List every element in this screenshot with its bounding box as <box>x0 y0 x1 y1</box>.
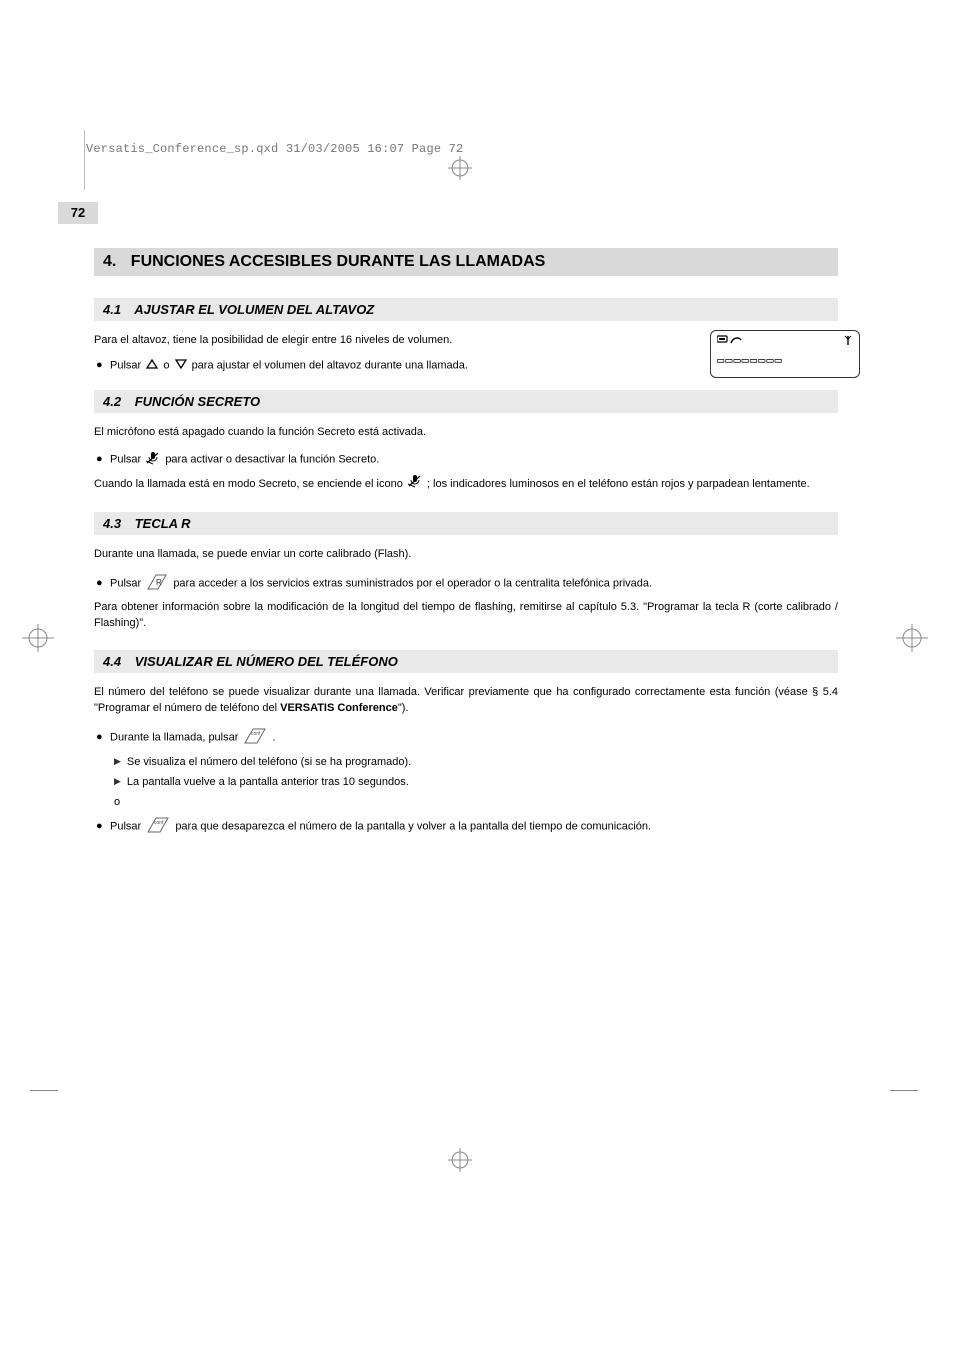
text: para activar o desactivar la función Sec… <box>165 453 379 465</box>
crop-mark-right-icon <box>890 1090 918 1093</box>
registration-mark-left-icon <box>22 624 54 652</box>
list-item: ● Pulsar conf para que desaparezca el nú… <box>94 816 838 837</box>
print-meta-header: Versatis_Conference_sp.qxd 31/03/2005 16… <box>86 142 463 156</box>
text: para acceder a los servicios extras sumi… <box>173 577 652 589</box>
crop-line <box>84 130 85 190</box>
chapter-title: FUNCIONES ACCESIBLES DURANTE LAS LLAMADA… <box>131 253 546 270</box>
chapter-number: 4. <box>103 253 116 270</box>
down-triangle-icon <box>175 359 187 372</box>
registration-mark-right-icon <box>896 624 928 652</box>
svg-text:R: R <box>156 578 162 587</box>
text: "). <box>398 702 409 714</box>
section-heading-4-4: 4.4 VISUALIZAR EL NÚMERO DEL TELÉFONO <box>94 650 838 673</box>
bullet-icon: ● <box>96 360 102 371</box>
page: Versatis_Conference_sp.qxd 31/03/2005 16… <box>0 0 954 1351</box>
list-item: ● Pulsar R para acceder a los servicios … <box>94 573 838 594</box>
list-item: ● Pulsar o para ajustar el volumen del a… <box>94 359 574 372</box>
section-number: 4.1 <box>103 302 121 317</box>
section-number: 4.3 <box>103 516 121 531</box>
svg-text:conf: conf <box>154 820 164 826</box>
text: Pulsar <box>110 820 144 832</box>
section-heading-4-2: 4.2 FUNCIÓN SECRETO <box>94 390 838 413</box>
lcd-antenna-icon <box>843 333 853 351</box>
text: Durante la llamada, pulsar <box>110 731 241 743</box>
text: . <box>273 731 276 743</box>
mic-mute-icon <box>408 474 422 494</box>
section-title: FUNCIÓN SECRETO <box>135 394 260 409</box>
sub-list-item: ▶ La pantalla vuelve a la pantalla anter… <box>114 776 838 788</box>
text: Cuando la llamada está en modo Secreto, … <box>94 478 406 490</box>
paragraph: Cuando la llamada está en modo Secreto, … <box>94 474 838 494</box>
section-number: 4.4 <box>103 654 121 669</box>
text: Se visualiza el número del teléfono (si … <box>127 756 411 768</box>
section-heading-4-1: 4.1 AJUSTAR EL VOLUMEN DEL ALTAVOZ <box>94 298 838 321</box>
bullet-icon: ● <box>96 732 102 743</box>
section-title: AJUSTAR EL VOLUMEN DEL ALTAVOZ <box>134 302 374 317</box>
chapter-heading: 4. FUNCIONES ACCESIBLES DURANTE LAS LLAM… <box>94 248 838 276</box>
section-title: VISUALIZAR EL NÚMERO DEL TELÉFONO <box>135 654 398 669</box>
paragraph: Durante una llamada, se puede enviar un … <box>94 547 838 563</box>
list-item: ● Pulsar para activar o desactivar la fu… <box>94 451 838 468</box>
text: Pulsar <box>110 577 144 589</box>
section-number: 4.2 <box>103 394 121 409</box>
registration-mark-bottom-icon <box>448 1148 472 1172</box>
conf-key-icon: conf <box>243 727 267 748</box>
text-bold: VERSATIS Conference <box>280 702 398 714</box>
text: o <box>163 359 172 371</box>
up-triangle-icon <box>146 359 158 372</box>
list-item: ● Durante la llamada, pulsar conf . <box>94 727 838 748</box>
paragraph: El número del teléfono se puede visualiz… <box>94 685 838 717</box>
paragraph: Para obtener información sobre la modifi… <box>94 600 838 632</box>
bullet-icon: ● <box>96 578 102 589</box>
section-title: TECLA R <box>135 516 191 531</box>
crop-mark-left-icon <box>30 1090 58 1093</box>
r-key-icon: R <box>146 573 168 594</box>
text: para ajustar el volumen del altavoz dura… <box>192 359 468 371</box>
conf-key-icon: conf <box>146 816 170 837</box>
content-area: 4. FUNCIONES ACCESIBLES DURANTE LAS LLAM… <box>94 248 838 843</box>
bullet-icon: ● <box>96 821 102 832</box>
paragraph: El micrófono está apagado cuando la func… <box>94 425 838 441</box>
text: Pulsar <box>110 359 144 371</box>
text: Pulsar <box>110 453 144 465</box>
svg-text:conf: conf <box>251 731 261 737</box>
text: ; los indicadores luminosos en el teléfo… <box>427 478 810 490</box>
mic-mute-icon <box>146 451 160 468</box>
section-heading-4-3: 4.3 TECLA R <box>94 512 838 535</box>
text: La pantalla vuelve a la pantalla anterio… <box>127 776 409 788</box>
triangle-bullet-icon: ▶ <box>114 756 121 767</box>
bullet-icon: ● <box>96 454 102 465</box>
text: El número del teléfono se puede visualiz… <box>94 686 838 714</box>
registration-mark-top-icon <box>448 156 472 180</box>
triangle-bullet-icon: ▶ <box>114 776 121 787</box>
text: para que desaparezca el número de la pan… <box>175 820 651 832</box>
sub-list-item: ▶ Se visualiza el número del teléfono (s… <box>114 756 838 768</box>
paragraph: Para el altavoz, tiene la posibilidad de… <box>94 333 574 349</box>
page-number: 72 <box>58 202 98 224</box>
or-separator: o <box>114 796 838 808</box>
